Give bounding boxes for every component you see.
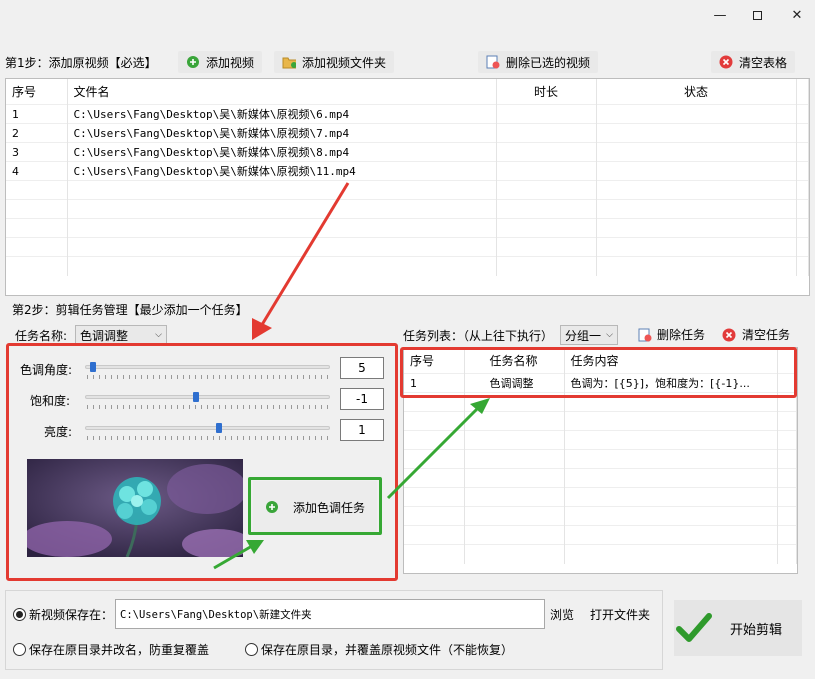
row-duration [496, 104, 597, 124]
column-header-status[interactable]: 状态 [596, 79, 797, 105]
annotation-red-box-task-list [400, 347, 797, 398]
row-status [596, 161, 797, 181]
maximize-button[interactable] [742, 4, 772, 26]
empty-row [6, 199, 809, 219]
delete-file-icon [638, 328, 652, 342]
empty-row [6, 237, 809, 257]
save-to-label: 新视频保存在： [29, 608, 114, 622]
save-path-input[interactable]: C:\Users\Fang\Desktop\新建文件夹 [115, 599, 545, 629]
close-window-button[interactable]: ✕ [782, 4, 812, 26]
row-index: 3 [6, 142, 68, 162]
task-name-select[interactable]: 色调调整 ⌵ [75, 325, 167, 345]
column-header-filename[interactable]: 文件名 [67, 79, 497, 105]
table-row[interactable]: 4 C:\Users\Fang\Desktop\吴\新媒体\原视频\11.mp4 [6, 161, 809, 181]
save-overwrite-radio[interactable] [245, 643, 258, 656]
folder-add-icon [282, 55, 296, 69]
step2-label: 第2步：剪辑任务管理【最少添加一个任务】 [12, 303, 248, 317]
chevron-down-icon: ⌵ [155, 330, 162, 340]
clear-red-icon [719, 55, 733, 69]
video-table[interactable]: 序号 文件名 时长 状态 1 C:\Users\Fang\Desktop\吴\新… [5, 78, 810, 296]
row-duration [496, 142, 597, 162]
add-video-button[interactable]: 添加视频 [178, 51, 263, 73]
browse-button[interactable]: 浏览 [550, 606, 574, 623]
column-header-filler [796, 79, 809, 105]
row-duration [496, 161, 597, 181]
save-to-radio[interactable] [13, 608, 26, 621]
row-filename: C:\Users\Fang\Desktop\吴\新媒体\原视频\11.mp4 [67, 161, 497, 181]
table-row[interactable]: 3 C:\Users\Fang\Desktop\吴\新媒体\原视频\8.mp4 [6, 142, 809, 162]
maximize-icon [752, 10, 762, 20]
step1-label: 第1步：添加原视频【必选】 [5, 56, 157, 70]
empty-row [6, 256, 809, 276]
annotation-green-box-add-task [248, 477, 382, 535]
clear-tasks-button[interactable]: 清空任务 [722, 326, 790, 343]
delete-task-button[interactable]: 删除任务 [638, 326, 705, 343]
clear-red-icon [722, 328, 736, 342]
row-filename: C:\Users\Fang\Desktop\吴\新媒体\原视频\6.mp4 [67, 104, 497, 124]
save-rename-label[interactable]: 保存在原目录并改名，防重复覆盖 [29, 641, 209, 658]
empty-row [6, 180, 809, 200]
video-table-header: 序号 文件名 时长 状态 [6, 79, 809, 105]
add-folder-button[interactable]: 添加视频文件夹 [274, 51, 395, 73]
chevron-down-icon: ⌵ [606, 330, 613, 340]
task-list-label: 任务列表：（从上往下执行） [403, 329, 554, 343]
open-folder-button[interactable]: 打开文件夹 [590, 606, 650, 623]
start-edit-button[interactable]: 开始剪辑 [674, 600, 802, 656]
save-rename-radio[interactable] [13, 643, 26, 656]
task-name-label: 任务名称: [15, 329, 68, 343]
row-status [596, 142, 797, 162]
column-header-index[interactable]: 序号 [6, 79, 68, 105]
delete-selected-button[interactable]: 删除已选的视频 [478, 51, 599, 73]
row-index: 2 [6, 123, 68, 143]
group-select[interactable]: 分组一 ⌵ [560, 325, 618, 345]
row-filename: C:\Users\Fang\Desktop\吴\新媒体\原视频\8.mp4 [67, 142, 497, 162]
annotation-red-box-editor [6, 343, 398, 581]
minimize-button[interactable]: — [705, 4, 735, 26]
empty-row [6, 218, 809, 238]
row-status [596, 123, 797, 143]
minimize-icon: — [713, 7, 727, 23]
row-index: 1 [6, 104, 68, 124]
save-overwrite-label[interactable]: 保存在原目录，并覆盖原视频文件（不能恢复） [261, 641, 513, 658]
table-row[interactable]: 2 C:\Users\Fang\Desktop\吴\新媒体\原视频\7.mp4 [6, 123, 809, 143]
row-status [596, 104, 797, 124]
close-icon: ✕ [791, 7, 803, 23]
checkmark-icon [676, 612, 712, 644]
delete-file-icon [486, 55, 500, 69]
row-index: 4 [6, 161, 68, 181]
add-circle-icon [186, 55, 200, 69]
row-duration [496, 123, 597, 143]
column-header-duration[interactable]: 时长 [496, 79, 597, 105]
row-filename: C:\Users\Fang\Desktop\吴\新媒体\原视频\7.mp4 [67, 123, 497, 143]
table-row[interactable]: 1 C:\Users\Fang\Desktop\吴\新媒体\原视频\6.mp4 [6, 104, 809, 124]
clear-table-button[interactable]: 清空表格 [711, 51, 796, 73]
